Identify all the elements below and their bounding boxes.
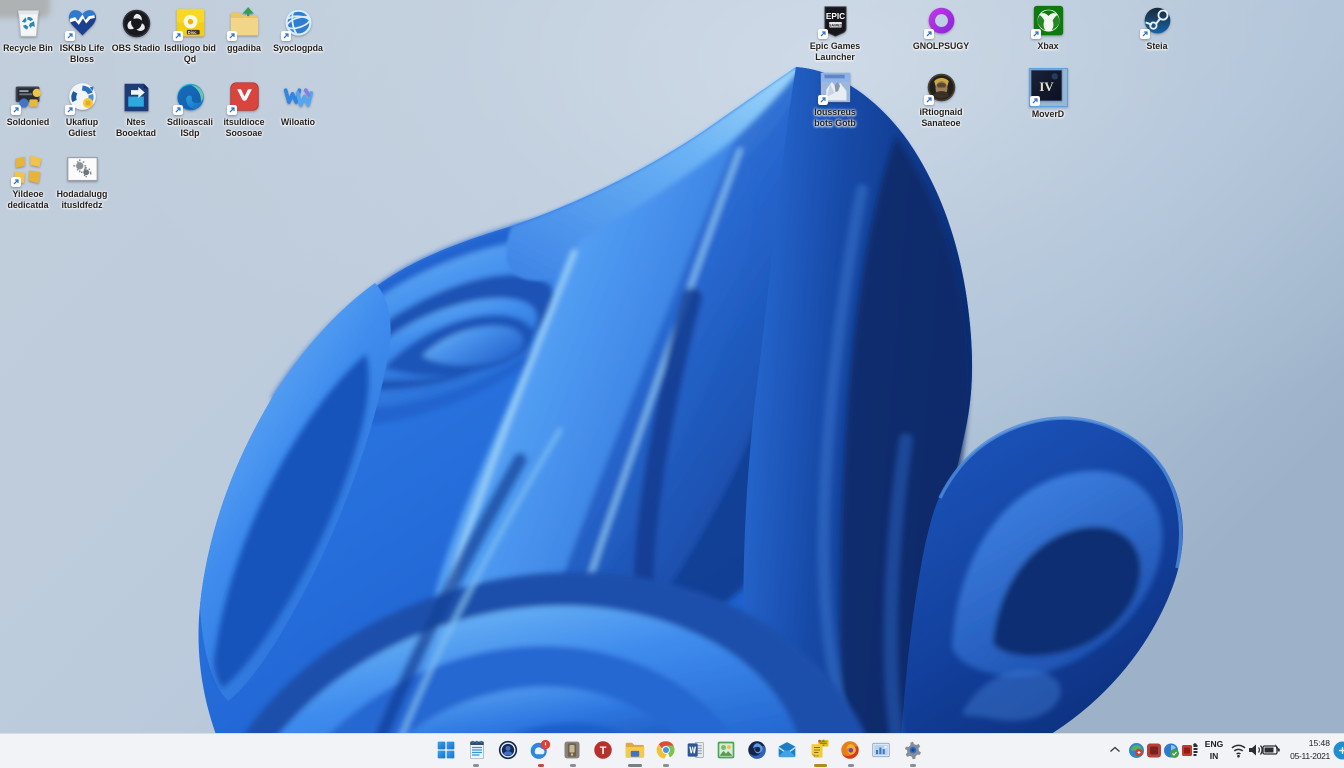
svg-text:Disc: Disc	[187, 30, 196, 35]
svg-text:buy: buy	[814, 753, 819, 757]
svg-text:EPIC: EPIC	[825, 12, 844, 21]
svg-text:IV: IV	[1039, 80, 1054, 94]
svg-text:GAMES: GAMES	[828, 23, 843, 27]
svg-text:T: T	[600, 745, 607, 757]
